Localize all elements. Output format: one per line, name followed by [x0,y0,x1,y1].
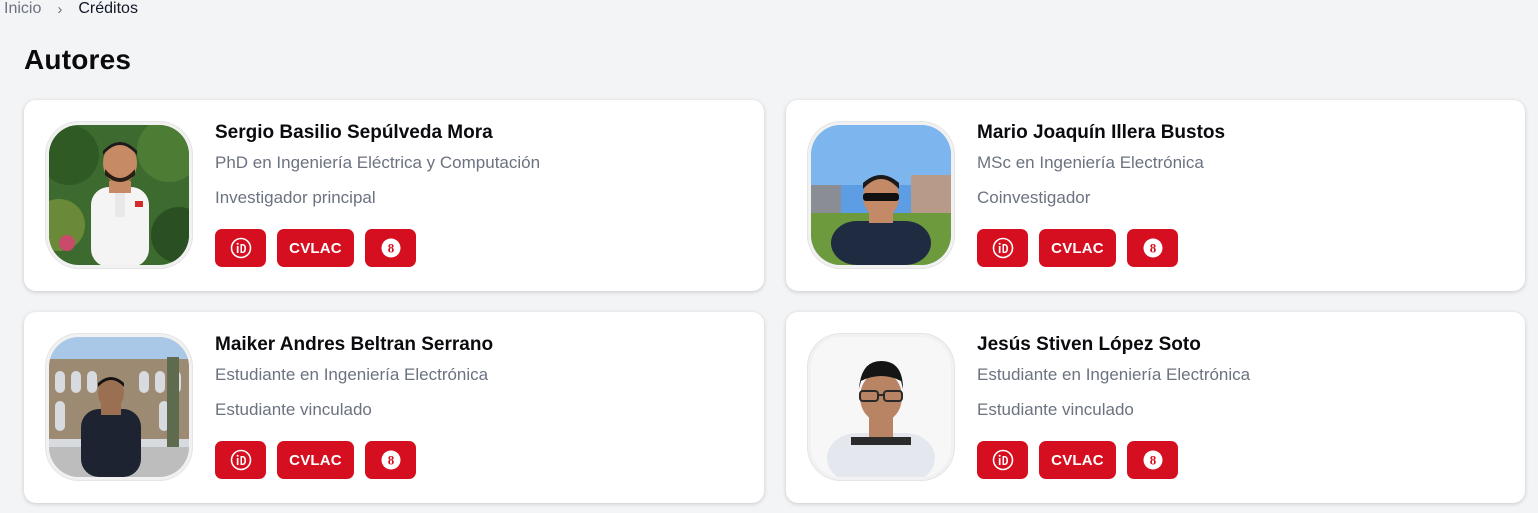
author-photo-frame [807,333,955,481]
author-role: Investigador principal [215,188,376,207]
author-degree: PhD en Ingeniería Eléctrica y Computació… [215,153,541,172]
google-scholar-icon: 8 [381,238,400,258]
google-scholar-icon: 8 [1143,238,1162,258]
author-photo-frame [45,333,193,481]
author-links: CVLAC 8 [215,229,744,267]
author-card: Jesús Stiven López Soto Estudiante en In… [786,312,1525,503]
author-card: Maiker Andres Beltran Serrano Estudiante… [24,312,764,503]
author-photo [811,125,951,265]
author-role: Coinvestigador [977,188,1091,207]
author-card: Sergio Basilio Sepúlveda Mora PhD en Ing… [24,100,764,291]
author-degree: Estudiante en Ingeniería Electrónica [215,365,489,384]
cvlac-button[interactable]: CVLAC [277,441,354,479]
author-degree: Estudiante en Ingeniería Electrónica [977,365,1251,384]
breadcrumb-separator: › [57,0,63,18]
orcid-button[interactable] [215,441,266,479]
author-card: Mario Joaquín Illera Bustos MSc en Ingen… [786,100,1525,291]
svg-text:8: 8 [1149,241,1156,256]
orcid-icon [230,449,251,471]
orcid-icon [992,449,1013,471]
orcid-icon [230,237,251,259]
page-title: Autores [24,44,132,75]
author-photo [49,125,189,265]
author-info: Jesús Stiven López Soto Estudiante en In… [977,332,1505,479]
orcid-button[interactable] [977,229,1028,267]
author-links: CVLAC 8 [977,441,1505,479]
author-photo [49,337,189,477]
author-info: Sergio Basilio Sepúlveda Mora PhD en Ing… [215,120,744,267]
author-info: Mario Joaquín Illera Bustos MSc en Ingen… [977,120,1505,267]
cvlac-button[interactable]: CVLAC [1039,229,1116,267]
svg-text:8: 8 [387,241,394,256]
svg-text:8: 8 [1149,453,1156,468]
author-links: CVLAC 8 [215,441,744,479]
google-scholar-button[interactable]: 8 [365,441,416,479]
cvlac-button[interactable]: CVLAC [277,229,354,267]
author-name: Sergio Basilio Sepúlveda Mora [215,122,493,143]
google-scholar-icon: 8 [1143,450,1162,470]
svg-text:8: 8 [387,453,394,468]
breadcrumb-home-link[interactable]: Inicio [4,0,41,18]
author-role: Estudiante vinculado [215,400,372,419]
google-scholar-icon: 8 [381,450,400,470]
author-photo-frame [807,121,955,269]
author-name: Maiker Andres Beltran Serrano [215,334,494,355]
author-photo [811,337,951,477]
author-name: Mario Joaquín Illera Bustos [977,122,1226,143]
author-photo-frame [45,121,193,269]
author-links: CVLAC 8 [977,229,1505,267]
author-info: Maiker Andres Beltran Serrano Estudiante… [215,332,744,479]
author-role: Estudiante vinculado [977,400,1134,419]
breadcrumb-current: Créditos [78,0,138,17]
orcid-icon [992,237,1013,259]
google-scholar-button[interactable]: 8 [1127,441,1178,479]
google-scholar-button[interactable]: 8 [365,229,416,267]
authors-grid: Sergio Basilio Sepúlveda Mora PhD en Ing… [24,100,1525,503]
cvlac-button[interactable]: CVLAC [1039,441,1116,479]
author-degree: MSc en Ingeniería Electrónica [977,153,1204,172]
orcid-button[interactable] [977,441,1028,479]
author-name: Jesús Stiven López Soto [977,334,1201,355]
breadcrumb: Inicio › Créditos [4,0,138,20]
orcid-button[interactable] [215,229,266,267]
google-scholar-button[interactable]: 8 [1127,229,1178,267]
